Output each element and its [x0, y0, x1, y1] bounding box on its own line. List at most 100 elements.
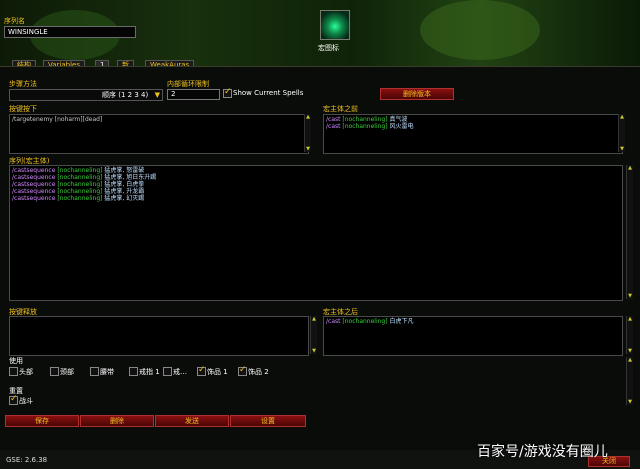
scroll-down-icon[interactable]: ▼: [627, 348, 633, 354]
scrollbar[interactable]: ▲ ▼: [304, 114, 311, 152]
use-ring2-label: 戒…: [173, 368, 187, 376]
use-head-label: 头部: [19, 368, 33, 376]
seq-name-label: 序列名: [4, 17, 25, 25]
code-condition: [nochanneling]: [57, 188, 103, 195]
use-trinket1-checkbox[interactable]: [197, 365, 206, 376]
scroll-down-icon[interactable]: ▼: [311, 348, 317, 354]
premacro-lines: /cast [nochanneling] 真气波 /cast [nochanne…: [324, 115, 622, 131]
step-method-value: 顺序 (1 2 3 4): [102, 91, 149, 99]
code-line: /targetenemy [noharm][dead]: [12, 116, 306, 123]
code-line: /castsequence [nochanneling] 猛虎掌, 升龙霸: [12, 188, 620, 195]
code-command: /targetenemy: [12, 116, 53, 123]
code-spell: 真气波: [389, 116, 408, 123]
sequence-name-input[interactable]: WINSINGLE: [4, 26, 136, 38]
keypress-editor[interactable]: /targetenemy [noharm][dead]: [9, 114, 309, 154]
postmacro-lines: /cast [nochanneling] 白虎下凡: [324, 317, 622, 326]
editor-panel: 步骤方法 顺序 (1 2 3 4) ▼ 内部循环限制 2 Show Curren…: [0, 66, 640, 451]
scrollbar[interactable]: ▲ ▼: [310, 316, 317, 354]
code-spell: 猛虎掌, 升龙霸: [104, 188, 145, 195]
code-spell: 猛虎掌, 幻灭踢: [104, 195, 145, 202]
reset-combat-label: 战斗: [19, 397, 33, 405]
scroll-up-icon[interactable]: ▲: [627, 357, 633, 363]
code-condition: [nochanneling]: [342, 318, 388, 325]
use-belt-checkbox[interactable]: [90, 367, 99, 376]
foliage-glow: [420, 0, 540, 60]
code-spell: 猛虎掌, 白虎拳: [104, 181, 145, 188]
code-line: /cast [nochanneling] 风火雷电: [326, 123, 620, 130]
code-command: /castsequence: [12, 181, 56, 188]
inner-loop-label: 内部循环限制: [167, 80, 209, 88]
scroll-down-icon[interactable]: ▼: [627, 293, 633, 299]
keypress-lines: /targetenemy [noharm][dead]: [10, 115, 308, 124]
use-trinket2-label: 饰品 2: [248, 368, 269, 376]
code-command: /castsequence: [12, 188, 56, 195]
version-label: GSE: 2.6.38: [6, 456, 48, 464]
chevron-down-icon: ▼: [154, 91, 160, 99]
send-button[interactable]: 发送: [155, 415, 229, 427]
code-command: /castsequence: [12, 195, 56, 202]
use-ring1-label: 戒指 1: [139, 368, 160, 376]
delete-button[interactable]: 删除: [80, 415, 154, 427]
scrollbar[interactable]: ▲ ▼: [618, 114, 625, 152]
use-label: 使用: [9, 357, 23, 365]
code-condition: [nochanneling]: [57, 195, 103, 202]
scroll-up-icon[interactable]: ▲: [311, 316, 317, 322]
scroll-up-icon[interactable]: ▲: [627, 165, 633, 171]
code-command: /cast: [326, 123, 341, 130]
code-spell: 风火雷电: [389, 123, 414, 130]
code-line: /cast [nochanneling] 真气波: [326, 116, 620, 123]
code-condition: [nochanneling]: [342, 116, 388, 123]
show-spells-checkbox[interactable]: [223, 87, 232, 98]
code-command: /cast: [326, 116, 341, 123]
code-command: /cast: [326, 318, 341, 325]
settings-button[interactable]: 设置: [230, 415, 306, 427]
code-line: /castsequence [nochanneling] 猛虎掌, 白虎拳: [12, 181, 620, 188]
inner-loop-input[interactable]: 2: [167, 89, 220, 100]
code-condition: [nochanneling]: [57, 167, 103, 174]
save-button[interactable]: 保存: [5, 415, 79, 427]
use-head-checkbox[interactable]: [9, 367, 18, 376]
delete-version-button[interactable]: 删除版本: [380, 88, 454, 100]
premacro-label: 宏主体之前: [323, 105, 358, 113]
watermark-text: 百家号/游戏没有圈儿: [477, 444, 608, 460]
use-neck-checkbox[interactable]: [50, 367, 59, 376]
code-line: /cast [nochanneling] 白虎下凡: [326, 318, 620, 325]
code-condition: [nochanneling]: [57, 174, 103, 181]
code-spell: 白虎下凡: [389, 318, 414, 325]
code-command: /castsequence: [12, 167, 56, 174]
use-neck-label: 颈部: [60, 368, 74, 376]
scrollbar[interactable]: ▲ ▼: [626, 357, 633, 405]
postmacro-editor[interactable]: /cast [nochanneling] 白虎下凡: [323, 316, 623, 356]
sequence-editor[interactable]: /castsequence [nochanneling] 猛虎掌, 怒雷破 /c…: [9, 165, 623, 301]
macro-icon[interactable]: [320, 10, 350, 40]
scroll-up-icon[interactable]: ▲: [627, 316, 633, 322]
step-method-dropdown[interactable]: 顺序 (1 2 3 4) ▼: [9, 89, 163, 101]
scroll-down-icon[interactable]: ▼: [627, 399, 633, 405]
code-spell: 猛虎掌, 旭日东升踢: [104, 174, 157, 181]
code-line: /castsequence [nochanneling] 猛虎掌, 幻灭踢: [12, 195, 620, 202]
code-line: /castsequence [nochanneling] 猛虎掌, 怒雷破: [12, 167, 620, 174]
code-condition: [noharm][dead]: [54, 116, 103, 123]
use-trinket2-checkbox[interactable]: [238, 365, 247, 376]
scroll-down-icon[interactable]: ▼: [619, 146, 625, 152]
keypress-label: 按键按下: [9, 105, 37, 113]
scroll-up-icon[interactable]: ▲: [619, 114, 625, 120]
use-ring2-checkbox[interactable]: [163, 367, 172, 376]
keyrelease-editor[interactable]: [9, 316, 309, 356]
premacro-editor[interactable]: /cast [nochanneling] 真气波 /cast [nochanne…: [323, 114, 623, 154]
code-spell: 猛虎掌, 怒雷破: [104, 167, 145, 174]
code-condition: [nochanneling]: [57, 181, 103, 188]
step-method-label: 步骤方法: [9, 80, 37, 88]
scrollbar[interactable]: ▲ ▼: [626, 165, 633, 299]
reset-combat-checkbox[interactable]: [9, 394, 18, 405]
macro-icon-caption: 宏图标: [318, 44, 339, 52]
scroll-down-icon[interactable]: ▼: [305, 146, 311, 152]
use-ring1-checkbox[interactable]: [129, 367, 138, 376]
use-trinket1-label: 饰品 1: [207, 368, 228, 376]
scrollbar[interactable]: ▲ ▼: [626, 316, 633, 354]
use-belt-label: 腰带: [100, 368, 114, 376]
scroll-up-icon[interactable]: ▲: [305, 114, 311, 120]
code-condition: [nochanneling]: [342, 123, 388, 130]
code-line: /castsequence [nochanneling] 猛虎掌, 旭日东升踢: [12, 174, 620, 181]
sequence-lines: /castsequence [nochanneling] 猛虎掌, 怒雷破 /c…: [10, 166, 622, 203]
